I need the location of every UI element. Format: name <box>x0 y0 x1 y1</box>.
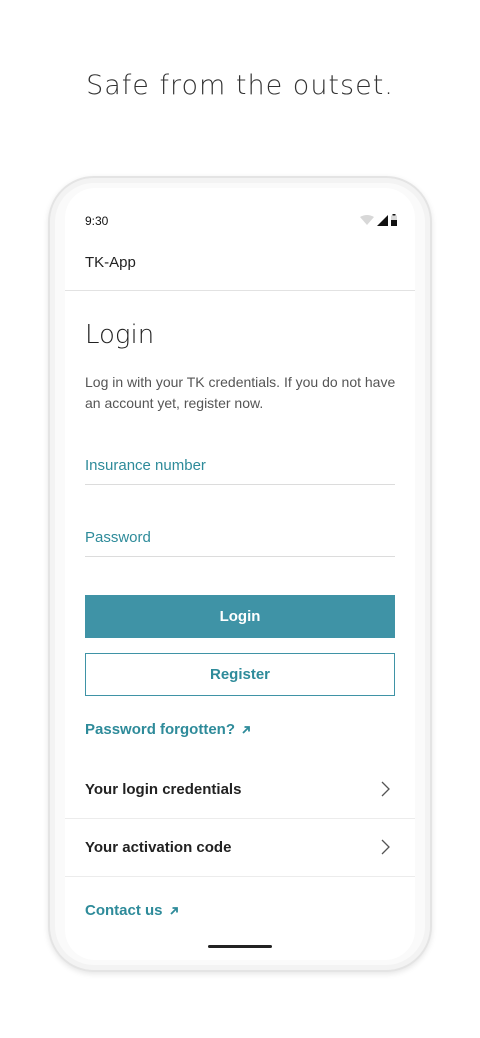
phone-screen: 9:30 TK-App Login Log in with your TK cr… <box>65 188 415 960</box>
contact-us-label: Contact us <box>85 902 163 919</box>
app-bar-divider <box>65 290 415 291</box>
home-indicator[interactable] <box>208 945 272 948</box>
external-link-icon <box>169 906 178 915</box>
signal-icon <box>377 215 388 226</box>
external-link-icon <box>242 725 250 734</box>
headline: Safe from the outset. <box>86 70 394 101</box>
wifi-icon <box>360 215 374 225</box>
login-credentials-label: Your login credentials <box>85 781 242 798</box>
chevron-right-icon <box>381 781 390 797</box>
login-credentials-row[interactable]: Your login credentials <box>65 761 415 819</box>
password-forgotten-label: Password forgotten? <box>85 721 236 738</box>
page-title: Login <box>85 320 155 350</box>
register-button[interactable]: Register <box>85 653 395 696</box>
activation-code-row[interactable]: Your activation code <box>65 819 415 877</box>
login-button[interactable]: Login <box>85 595 395 638</box>
status-time: 9:30 <box>85 214 109 228</box>
chevron-right-icon <box>381 839 390 855</box>
status-icons <box>360 214 397 226</box>
password-forgotten-link[interactable]: Password forgotten? <box>85 721 251 738</box>
activation-code-label: Your activation code <box>85 839 232 856</box>
contact-us-link[interactable]: Contact us <box>85 902 179 919</box>
password-input[interactable] <box>85 518 395 557</box>
insurance-number-input[interactable] <box>85 446 395 485</box>
login-intro-text: Log in with your TK credentials. If you … <box>85 374 396 411</box>
battery-icon <box>391 214 397 226</box>
app-bar-title: TK-App <box>85 254 136 271</box>
status-bar: 9:30 <box>85 212 397 230</box>
